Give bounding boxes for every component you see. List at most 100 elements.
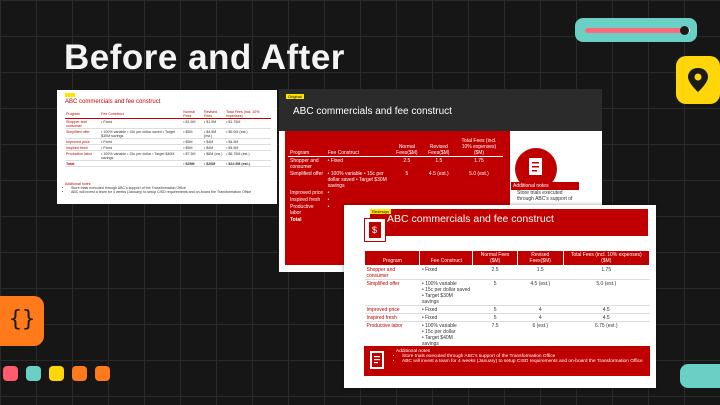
table-cell: • $5M [182,128,203,139]
column-header: Program [288,137,326,157]
table-cell: 2.5 [403,157,411,164]
table-row: Simplified offer • 100% variable • 15c pe… [288,170,503,189]
note-item: ABC will invest a team for 4 weeks (Janu… [402,359,646,364]
table-cell [391,189,423,196]
table-cell: 7.5 [472,321,518,348]
note-item: Store trials executed through ABC's supp… [517,190,579,202]
column-header: Revised Fees($M) [422,137,455,157]
map-pin-icon [676,56,720,104]
table-cell: • $5.0M (est.) [225,128,271,139]
highlight-tag [65,93,75,97]
table-row: Improved price • Fixed 5 4 4.5 [364,305,650,314]
table-cell: 4.5 [563,305,650,314]
table-row: Productive labor • 100% variable • 15c pe… [65,150,271,161]
slide-heading: ABC commercials and fee construct [387,213,554,225]
table-cell [423,196,455,203]
table-cell: • $4.5M (est.) [203,128,226,139]
color-swatch [95,366,110,381]
table-cell: 4.5 (est.) [517,279,563,306]
notes-section: Additional notes Store trials executed t… [511,182,579,202]
table-cell: 5 [472,279,518,306]
slide-heading: ABC commercials and fee construct [293,106,452,117]
table-cell: • [327,189,330,196]
slide-redesign: Redesign $ ABC commercials and fee const… [344,205,656,388]
table-row: Inspired fresh • [288,196,503,203]
notes-section: Additional notes Store trials executed t… [65,182,265,194]
table-cell: • 100% variable • 15c per dollar saved •… [327,170,387,189]
page-title: Before and After [64,38,345,77]
column-header: Revised Fees($M) [517,250,564,266]
slider-fill [585,28,685,33]
table-cell: Simplified offer [364,279,420,306]
document-icon: $ [364,218,386,242]
table-cell: • Fixed [419,265,473,280]
table-cell [455,189,503,196]
table-cell: Productive labor [290,203,314,216]
column-header: Fee Construct [100,109,183,119]
column-header: Normal Fees ($M) [472,250,518,266]
note-item: ABC will invest a team for 4 weeks (Janu… [71,190,265,194]
slider-knob [679,26,689,35]
table-cell: • Fixed [327,157,343,164]
table-cell: 4 [517,313,563,322]
column-header: Total Fees (incl. 10% expenses) ($M) [454,137,503,157]
slider-decoration [575,18,697,42]
table-cell: 5 [472,313,518,322]
table-cell [100,160,183,167]
table-cell: 5.0 (est.) [563,279,650,306]
column-header: Revised Fees [203,109,226,119]
column-header: Fee Construct [419,250,474,266]
table-row: Simplified offer • 100% variable • 15c pe… [364,279,650,306]
table-cell [391,196,423,203]
table-row: Shopper and consumer • Fixed 2.5 1.5 1.75 [288,157,503,171]
column-header: Program [363,250,421,266]
notes-section: Additional notes Store trials executed t… [396,349,646,364]
notes-icon [370,351,384,369]
table-cell: 5 [472,305,518,314]
code-braces-icon: {} [0,296,44,346]
table-cell: • 100% variable • 15c per dollar • Targe… [419,321,473,348]
table-row: Improved price • [288,189,503,196]
table-cell: • $6.75M (est.) [225,150,271,161]
fee-table: Program Fee Construct Normal Fees Revised F… [65,109,271,167]
table-cell: • $22.5M (est.) [225,160,271,167]
table-cell: • 100% variable • 15c per dollar saved •… [419,279,473,306]
table-cell: • 100% variable • 15c per dollar saved •… [100,128,183,139]
table-cell: • Fixed [419,313,473,322]
table-cell: Improved price [290,189,324,196]
notes-title: Additional notes [511,182,579,190]
table-cell: 4.5 [563,313,650,322]
table-cell: • [327,196,330,203]
table-cell: • $7.5M [182,150,203,161]
table-cell: 5.0 (est.) [469,170,489,177]
table-cell: Simplified offer [65,128,101,139]
table-cell: Improved price [364,305,420,314]
table-cell [423,189,455,196]
column-header: Normal Fees($M) [391,137,423,157]
table-cell: 6 (est.) [517,321,563,348]
column-header: Total Fees (incl. 10% expenses) ($M) [562,250,650,266]
column-header: Fee Construct [325,137,392,157]
table-cell: Shopper and consumer [364,265,420,280]
table-cell: Total [290,216,302,223]
table-row: Productive labor • 100% variable • 15c pe… [364,321,650,348]
table-cell: 1.5 [517,265,563,280]
color-swatch [26,366,41,381]
color-swatch [3,366,18,381]
color-swatch [49,366,64,381]
column-header: Normal Fees [182,109,203,119]
table-cell: Simplified offer [290,170,323,177]
slide-heading: ABC commercials and fee construct [65,99,161,105]
table-cell: • $1.5M [182,118,203,129]
fee-table: Program Fee Construct Normal Fees ($M) Revi… [363,250,650,356]
table-cell: • $6M (est.) [203,150,226,161]
table-row: Shopper and consumer • Fixed • $1.5M • $1.5… [65,118,271,129]
table-cell: Inspired fresh [290,196,321,203]
table-cell: Total [65,160,101,167]
original-label: Original [286,94,304,99]
table-cell: • $25M [182,160,203,167]
table-cell: 1.75 [563,265,650,280]
table-row: Simplified offer • 100% variable • 15c pe… [65,128,271,139]
corner-decoration [680,364,720,388]
slider-track [585,26,690,35]
